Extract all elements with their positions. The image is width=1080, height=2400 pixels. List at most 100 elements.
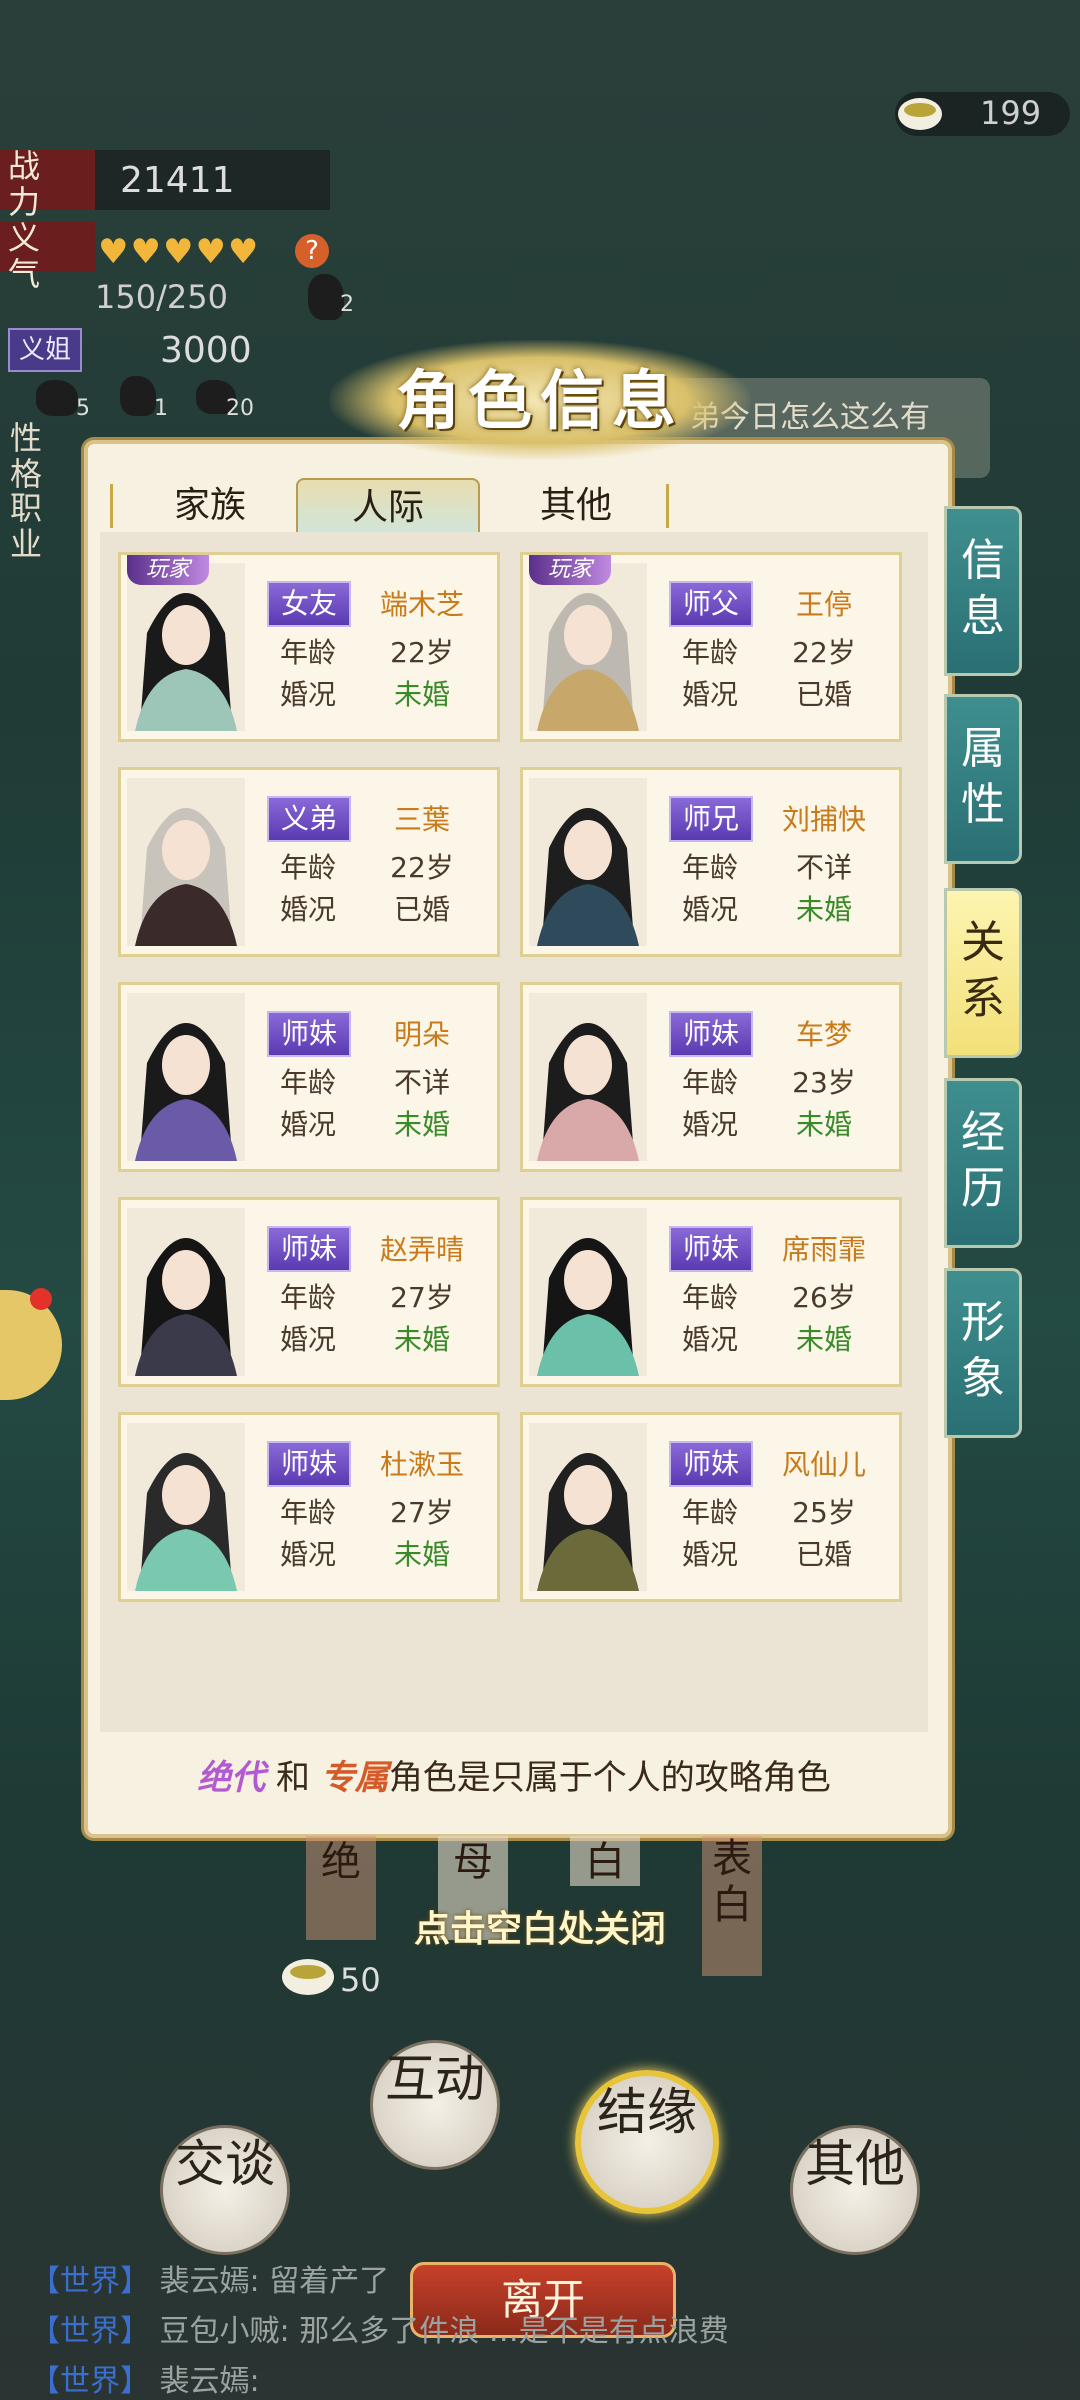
age-label: 年龄 [681, 1281, 738, 1314]
character-name: 端木芝 [379, 588, 464, 621]
relation-badge: 师兄 [669, 796, 753, 842]
tab-relations[interactable]: 人际 [296, 478, 480, 538]
item-count: 5 [76, 396, 90, 421]
chat-channel: 【世界】 [30, 2314, 150, 2349]
relation-badge: 师父 [669, 581, 753, 627]
side-tab-appearance[interactable]: 形象 [944, 1268, 1022, 1438]
footnote-tag-b: 专属 [320, 1758, 389, 1798]
portrait-image [529, 563, 647, 731]
age-value: 25岁 [792, 1496, 856, 1529]
action-bond[interactable]: 结缘 [575, 2070, 719, 2214]
tab-family[interactable]: 家族 [120, 478, 300, 534]
action-other[interactable]: 其他 [790, 2125, 920, 2255]
relation-badge: 师妹 [669, 1441, 753, 1487]
character-name: 风仙儿 [781, 1448, 866, 1481]
chat-line: 【世界】 裴云嫣: [30, 2356, 1050, 2400]
bottom-coin-value: 50 [340, 1961, 381, 1999]
marriage-label: 婚况 [279, 1108, 336, 1141]
option-pillar: 白 [570, 1836, 640, 1886]
yiqi-progress: 150/250 [95, 278, 228, 316]
dialog-title: 角色信息 [396, 364, 684, 439]
age-value: 不详 [393, 1066, 450, 1099]
character-card[interactable]: 师妹 赵弄晴 年龄 27岁 婚况 未婚 [118, 1197, 500, 1387]
character-portrait [127, 1208, 245, 1376]
action-talk[interactable]: 交谈 [160, 2125, 290, 2255]
age-label: 年龄 [681, 1496, 738, 1529]
portrait-image [127, 1208, 245, 1376]
character-card[interactable]: 师妹 席雨霏 年龄 26岁 婚况 未婚 [520, 1197, 902, 1387]
zhanli-label: 战力 [8, 147, 41, 221]
rock-icon [120, 376, 156, 416]
character-card[interactable]: 师妹 风仙儿年龄 25岁婚况 已婚 [520, 1412, 902, 1602]
relation-badge: 师妹 [267, 1011, 351, 1057]
character-portrait [529, 993, 647, 1161]
character-card[interactable]: 义弟 三葉 年龄 22岁 婚况 已婚 [118, 767, 500, 957]
xingge-label: 性格 [10, 419, 43, 493]
character-portrait [127, 1423, 245, 1591]
age-label: 年龄 [279, 851, 336, 884]
character-portrait [529, 1423, 647, 1591]
age-value: 27岁 [390, 1496, 454, 1529]
relation-badge: 女友 [267, 581, 351, 627]
character-card[interactable]: 师妹 杜漱玉 年龄 27岁 婚况 未婚 [118, 1412, 500, 1602]
yijie-badge: 义姐 [8, 328, 82, 372]
character-card[interactable]: 师妹 明朵 年龄 不详 婚况 未婚 [118, 982, 500, 1172]
character-portrait [127, 563, 245, 731]
marriage-value: 未婚 [393, 1108, 450, 1141]
relation-badge: 师妹 [669, 1011, 753, 1057]
character-list[interactable]: 玩家 女友 端木芝 年龄 22岁 婚况 未婚 玩家 师父 王停 年龄 22岁 婚况 已婚 义弟 三葉 年龄 22岁… [100, 532, 928, 1732]
marriage-label: 婚况 [681, 1108, 738, 1141]
character-portrait [529, 563, 647, 731]
marriage-value: 已婚 [795, 1538, 852, 1571]
side-tab-experience[interactable]: 经历 [944, 1078, 1022, 1248]
age-label: 年龄 [681, 1066, 738, 1099]
character-name: 刘捕快 [781, 803, 866, 836]
portrait-image [127, 778, 245, 946]
chat-text: 裴云嫣: 留着产了 [159, 2264, 390, 2299]
footnote: 绝代 和 专属角色是只属于个人的攻略角色 [100, 1750, 928, 1799]
character-card[interactable]: 玩家 女友 端木芝 年龄 22岁 婚况 未婚 [118, 552, 500, 742]
relation-badge: 师妹 [669, 1226, 753, 1272]
coin-value: 199 [980, 94, 1042, 132]
chat-button[interactable] [0, 1290, 62, 1400]
chat-line: 【世界】 豆包小贼: 那么多了件浪 …是不是有点浪费 [30, 2306, 1050, 2350]
zhanli-row: 战力 21411 [0, 148, 330, 220]
age-value: 不详 [795, 851, 852, 884]
character-name: 三葉 [393, 803, 450, 836]
chat-channel: 【世界】 [30, 2264, 150, 2299]
character-name: 杜漱玉 [379, 1448, 464, 1481]
action-interact[interactable]: 互动 [370, 2040, 500, 2170]
age-label: 年龄 [681, 851, 738, 884]
close-hint[interactable]: 点击空白处关闭 [350, 1900, 730, 1952]
marriage-value: 已婚 [795, 678, 852, 711]
character-card[interactable]: 玩家 师父 王停 年龄 22岁 婚况 已婚 [520, 552, 902, 742]
age-label: 年龄 [279, 1281, 336, 1314]
side-tab-attributes[interactable]: 属性 [944, 694, 1022, 864]
character-portrait [127, 778, 245, 946]
portrait-image [529, 993, 647, 1161]
side-tab-relations[interactable]: 关系 [944, 888, 1022, 1058]
marriage-value: 未婚 [393, 1538, 450, 1571]
marriage-value: 未婚 [393, 1323, 450, 1356]
portrait-image [529, 1423, 647, 1591]
age-value: 22岁 [390, 851, 454, 884]
character-card[interactable]: 师兄 刘捕快 年龄 不详 婚况 未婚 [520, 767, 902, 957]
character-name: 席雨霏 [781, 1233, 866, 1266]
side-tab-info[interactable]: 信息 [944, 506, 1022, 676]
footnote-tag-a: 绝代 [197, 1758, 266, 1798]
age-value: 26岁 [792, 1281, 856, 1314]
player-badge: 玩家 [127, 555, 209, 585]
age-value: 23岁 [792, 1066, 856, 1099]
age-value: 22岁 [792, 636, 856, 669]
marriage-value: 未婚 [393, 678, 450, 711]
zhiye-label: 职业 [10, 489, 43, 563]
character-card[interactable]: 师妹 车梦 年龄 23岁 婚况 未婚 [520, 982, 902, 1172]
age-label: 年龄 [681, 636, 738, 669]
help-icon[interactable]: ? [295, 234, 329, 268]
marriage-label: 婚况 [681, 1538, 738, 1571]
tab-other[interactable]: 其他 [486, 478, 666, 534]
age-value: 27岁 [390, 1281, 454, 1314]
marriage-label: 婚况 [279, 1323, 336, 1356]
player-badge: 玩家 [529, 555, 611, 585]
coin-counter: 199 [895, 92, 1070, 136]
